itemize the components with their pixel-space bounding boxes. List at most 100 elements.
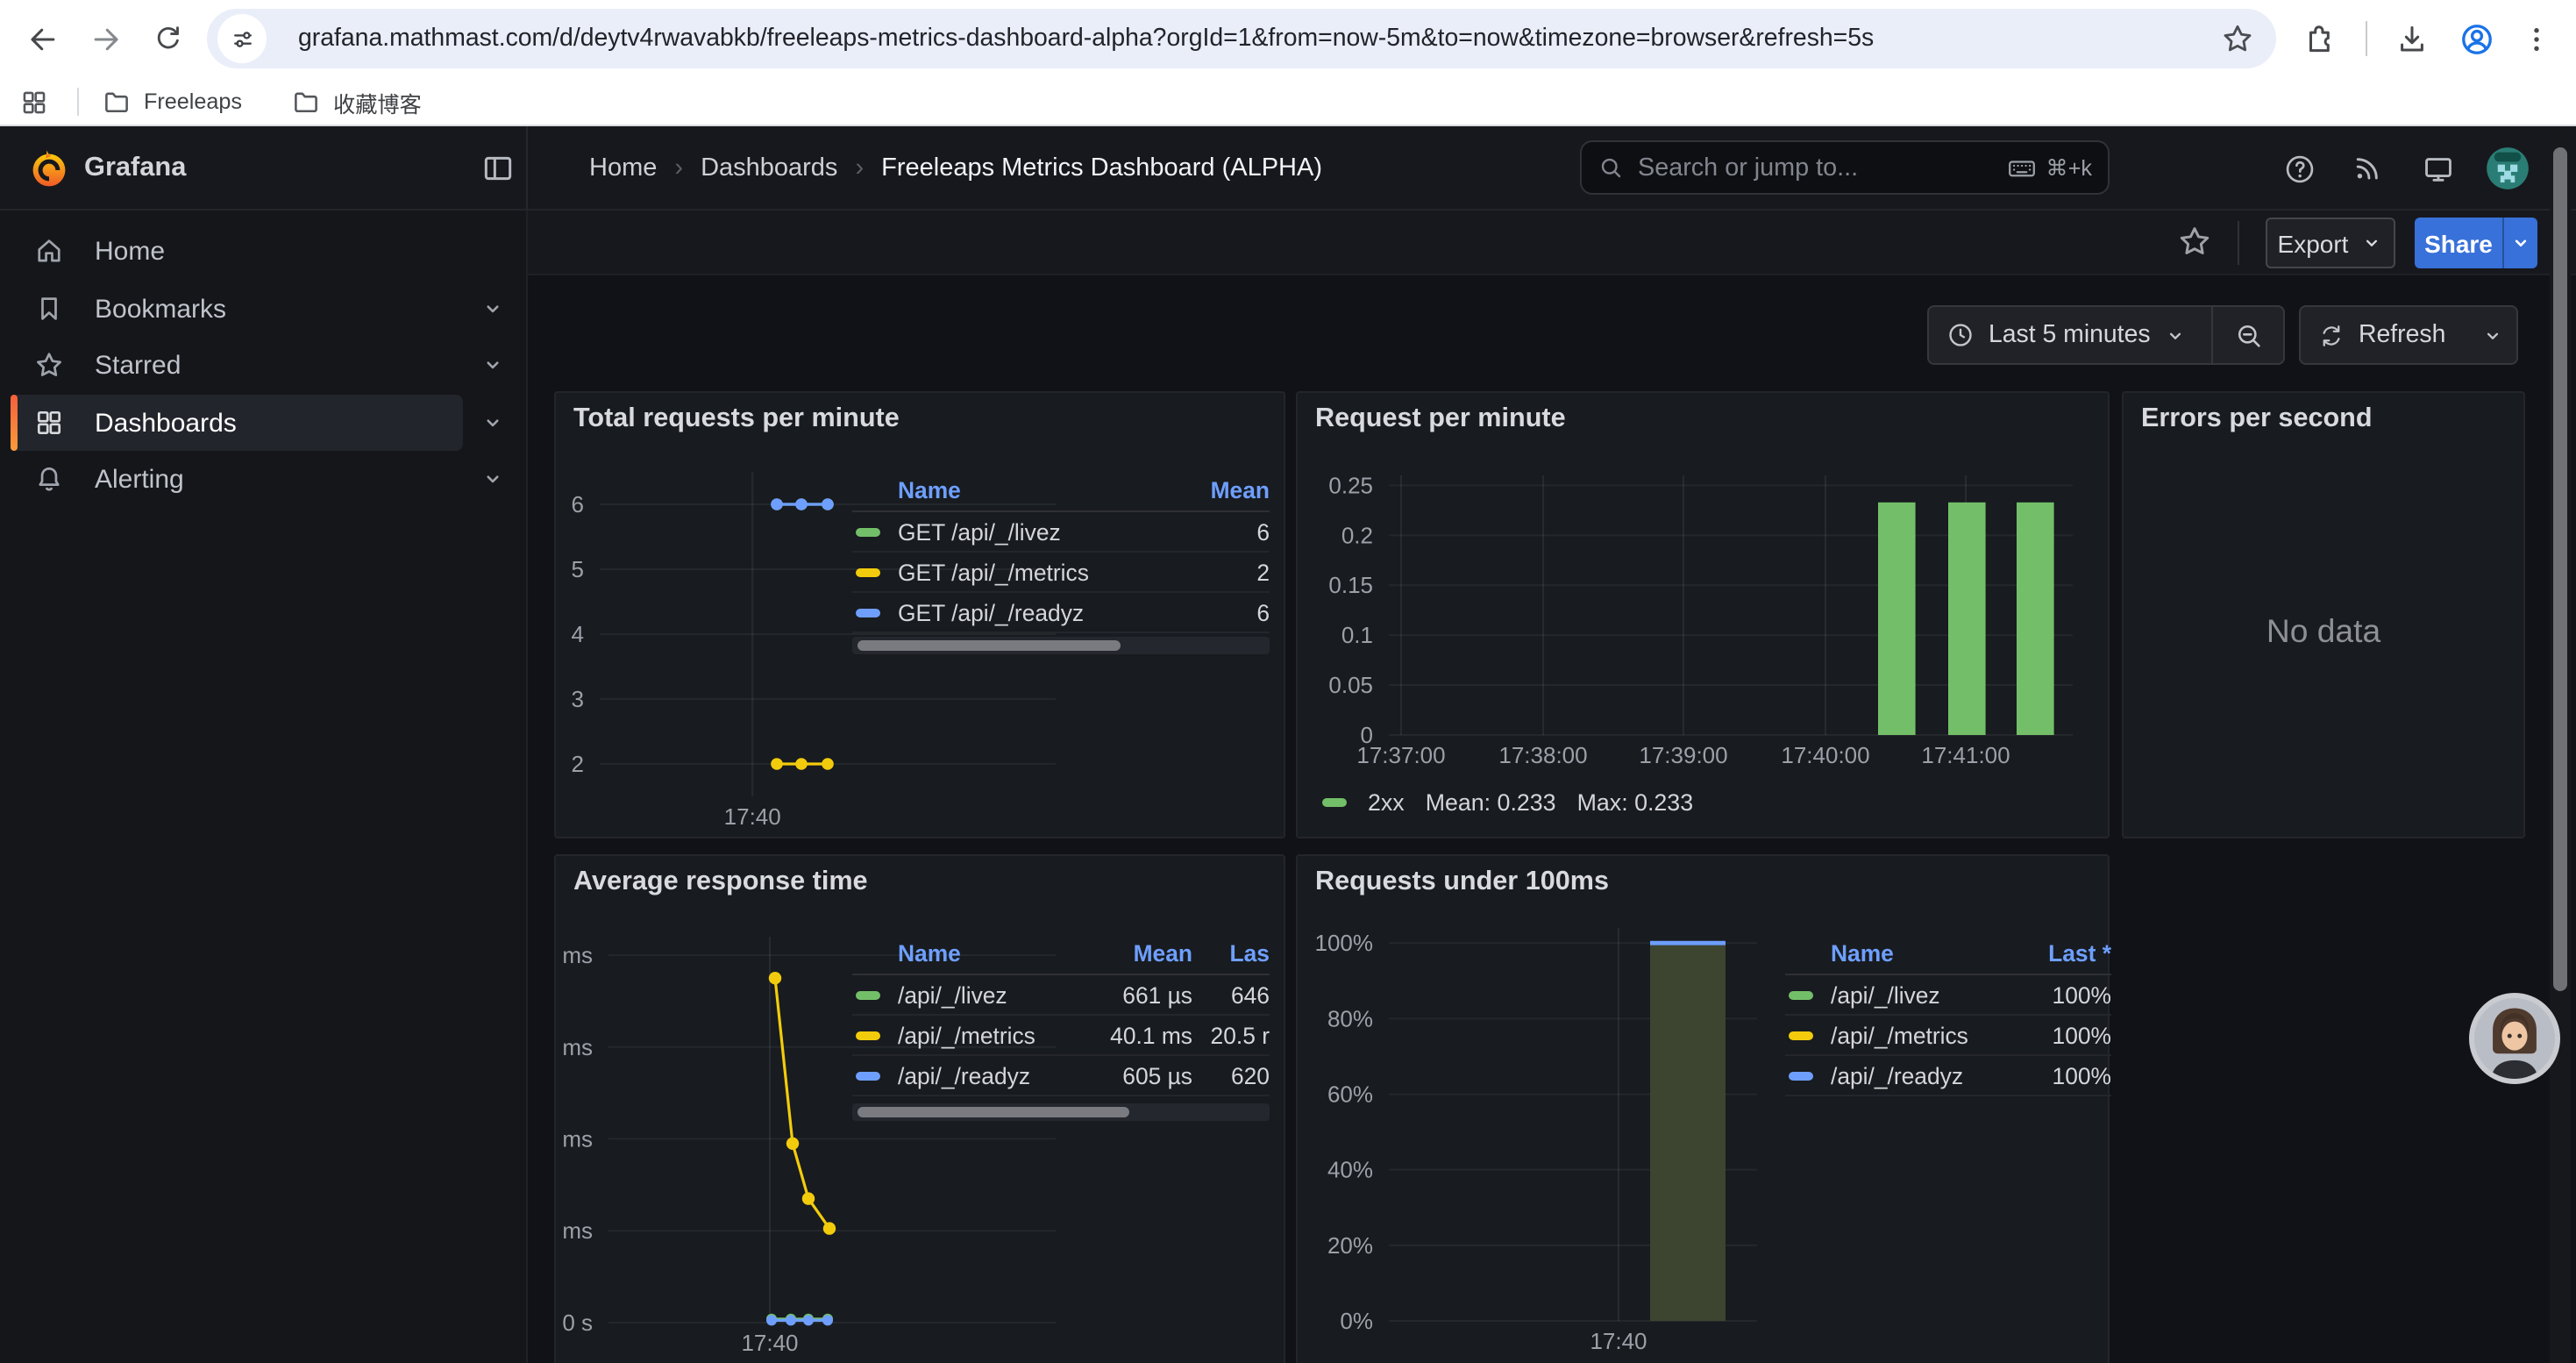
extensions-icon[interactable] (2294, 14, 2343, 63)
sidebar-item-dashboards[interactable]: Dashboards (11, 395, 463, 451)
legend-row[interactable]: /api/_/livez 100% (1785, 975, 2111, 1016)
refresh-button[interactable]: Refresh (2301, 307, 2463, 363)
scrollbar-thumb[interactable] (2553, 147, 2567, 991)
star-icon (33, 349, 65, 381)
legend-table: NameMean GET /api/_/livez 6 GET /api/_/m… (852, 470, 1270, 633)
legend-row[interactable]: GET /api/_/livez 6 (852, 512, 1270, 553)
dashboards-icon (33, 407, 65, 439)
series-chip (1789, 990, 1813, 999)
no-data-message: No data (2124, 612, 2523, 651)
legend-scrollbar[interactable] (852, 1103, 1270, 1121)
breadcrumb-separator: › (855, 153, 864, 182)
bookmark-folder-freeleaps[interactable]: Freeleaps (102, 77, 242, 126)
profile-icon[interactable] (2451, 14, 2501, 63)
legend-row[interactable]: /api/_/metrics 40.1 ms 20.5 r (852, 1016, 1270, 1056)
svg-text:60 ms: 60 ms (556, 1034, 593, 1060)
sidebar-item-label: Home (95, 236, 165, 266)
news-rss-icon[interactable] (2343, 144, 2392, 193)
svg-text:17:38:00: 17:38:00 (1498, 742, 1587, 768)
panel-title[interactable]: Average response time (573, 867, 868, 898)
bookmarks-bar: Freeleaps 收藏博客 (0, 77, 2576, 126)
clock-icon (1946, 321, 1975, 349)
search-shortcut: ⌘+k (2006, 152, 2093, 183)
back-icon[interactable] (18, 14, 67, 63)
svg-text:17:40: 17:40 (1590, 1328, 1647, 1354)
search-input[interactable]: Search or jump to... ⌘+k (1580, 140, 2110, 195)
bar-chart-under-100ms: 100%80%60%40%20%0%17:40 (1298, 909, 1841, 1363)
time-range-picker[interactable]: Last 5 minutes (1929, 307, 2211, 363)
svg-text:80 ms: 80 ms (556, 942, 593, 968)
svg-text:17:41:00: 17:41:00 (1921, 742, 2010, 768)
legend-row[interactable]: /api/_/metrics 100% (1785, 1016, 2111, 1056)
svg-text:0.15: 0.15 (1328, 572, 1373, 598)
bookmark-folder-blogs[interactable]: 收藏博客 (291, 77, 422, 126)
active-indicator (11, 395, 18, 451)
chevron-down-icon[interactable] (470, 282, 516, 335)
breadcrumb-current[interactable]: Freeleaps Metrics Dashboard (ALPHA) (881, 153, 1322, 182)
chevron-down-icon[interactable] (470, 339, 516, 391)
sidebar-item-starred[interactable]: Starred (11, 339, 463, 391)
browser-menu-icon[interactable] (2511, 14, 2560, 63)
dock-menu-icon[interactable] (480, 151, 516, 186)
panel-title[interactable]: Total requests per minute (573, 403, 900, 435)
display-icon[interactable] (2413, 144, 2462, 193)
panel-request-per-minute[interactable]: Request per minute 0.250.20.150.10.05017… (1296, 391, 2110, 838)
forward-icon[interactable] (81, 14, 130, 63)
svg-text:5: 5 (572, 556, 584, 582)
address-bar[interactable]: grafana.mathmast.com/d/deytv4rwavabkb/fr… (207, 9, 2276, 68)
grafana-app: Grafana Home › Dashboards › Freeleaps Me… (0, 126, 2576, 1363)
breadcrumb-home[interactable]: Home (589, 153, 657, 182)
nav-sidebar: Home Bookmarks Starred Dashboards Alerti… (0, 211, 526, 1363)
site-settings-icon[interactable] (217, 14, 267, 63)
zoom-out-button[interactable] (2213, 307, 2283, 363)
svg-text:0.25: 0.25 (1328, 472, 1373, 498)
panel-avg-response-time[interactable]: Average response time 80 ms60 ms40 ms20 … (554, 854, 1285, 1363)
sidebar-item-alerting[interactable]: Alerting (11, 453, 463, 505)
panel-under-100ms[interactable]: Requests under 100ms 100%80%60%40%20%0%1… (1296, 854, 2110, 1363)
legend-scrollbar[interactable] (852, 637, 1270, 654)
header-divider (526, 126, 528, 209)
legend-inline[interactable]: 2xx Mean: 0.233 Max: 0.233 (1322, 789, 1693, 816)
legend-header: Name Last * (1785, 933, 2111, 975)
svg-text:100%: 100% (1315, 930, 1374, 956)
legend-row[interactable]: /api/_/livez 661 µs 646 (852, 975, 1270, 1016)
user-avatar[interactable] (2483, 144, 2532, 193)
page-scrollbar[interactable] (2550, 126, 2571, 1363)
apps-grid-icon[interactable] (14, 82, 53, 121)
series-chip (856, 1031, 880, 1039)
sidebar-item-home[interactable]: Home (11, 225, 463, 277)
downloads-icon[interactable] (2387, 14, 2436, 63)
svg-text:3: 3 (572, 686, 584, 712)
panel-title[interactable]: Request per minute (1315, 403, 1566, 435)
refresh-interval-button[interactable] (2463, 307, 2521, 363)
brand-title[interactable]: Grafana (84, 126, 186, 209)
search-icon (1598, 154, 1624, 181)
assistant-avatar[interactable] (2469, 993, 2560, 1084)
svg-text:0.05: 0.05 (1328, 672, 1373, 698)
sidebar-item-bookmarks[interactable]: Bookmarks (11, 282, 463, 335)
breadcrumb-dashboards[interactable]: Dashboards (701, 153, 837, 182)
legend-row[interactable]: /api/_/readyz 605 µs 620 (852, 1056, 1270, 1096)
panel-title[interactable]: Requests under 100ms (1315, 867, 1609, 898)
panel-total-requests[interactable]: Total requests per minute 6543217:40 Nam… (554, 391, 1285, 838)
svg-text:20%: 20% (1327, 1232, 1373, 1259)
panel-title[interactable]: Errors per second (2141, 403, 2373, 435)
panel-errors-per-second[interactable]: Errors per second No data (2122, 391, 2525, 838)
zoom-out-icon (2233, 320, 2263, 350)
help-icon[interactable] (2274, 144, 2323, 193)
svg-text:60%: 60% (1327, 1081, 1373, 1108)
bookmark-star-icon[interactable] (2220, 21, 2255, 56)
svg-text:17:39:00: 17:39:00 (1639, 742, 1727, 768)
legend-header: Name Mean Las (852, 933, 1270, 975)
chevron-down-icon[interactable] (470, 453, 516, 505)
reload-icon[interactable] (144, 14, 193, 63)
legend-row[interactable]: GET /api/_/readyz 6 (852, 593, 1270, 633)
grafana-logo-icon[interactable] (28, 147, 70, 189)
url-text[interactable]: grafana.mathmast.com/d/deytv4rwavabkb/fr… (298, 9, 1874, 68)
chevron-down-icon[interactable] (470, 396, 516, 449)
sidebar-item-label: Starred (95, 350, 181, 380)
svg-text:20 ms: 20 ms (556, 1217, 593, 1244)
folder-icon (291, 87, 321, 117)
legend-row[interactable]: GET /api/_/metrics 2 (852, 553, 1270, 593)
legend-row[interactable]: /api/_/readyz 100% (1785, 1056, 2111, 1096)
